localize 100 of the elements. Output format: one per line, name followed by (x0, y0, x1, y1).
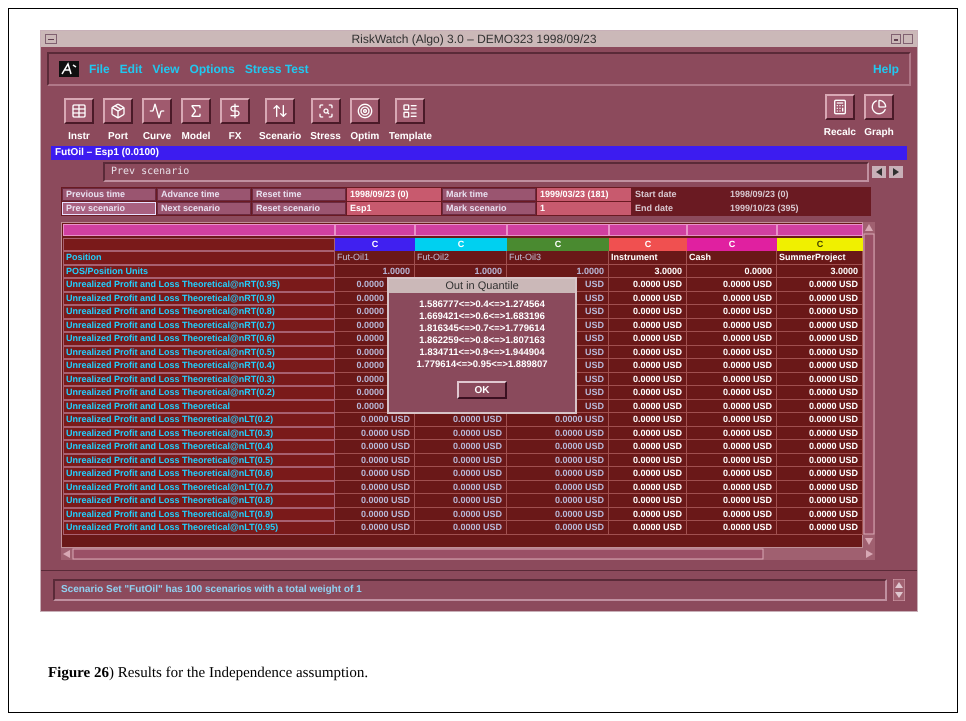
table-cell: 0.0000 USD (609, 278, 687, 292)
scenario-field[interactable]: Prev scenario (103, 162, 869, 182)
wave-icon (149, 103, 165, 119)
table-cell: 0.0000 USD (609, 454, 687, 467)
row-label: Unrealized Profit and Loss Theoretical@nLT(0.7) (63, 480, 335, 494)
toolbar-button[interactable]: Graph (861, 94, 897, 140)
spinner-icon[interactable] (893, 579, 905, 601)
table-cell: 0.0000 USD (415, 454, 507, 467)
table-cell: 0.0000 USD (609, 292, 687, 305)
table-cell: 0.0000 USD (687, 454, 777, 467)
ok-button[interactable]: OK (457, 381, 507, 399)
toolbar-button[interactable]: Recalc (820, 94, 859, 140)
left-arrow-button[interactable] (872, 166, 886, 178)
column-header: Fut-Oil2 (415, 251, 507, 264)
table-cell: 0.0000 USD (609, 318, 687, 332)
value-field: 1998/09/23 (0) (347, 188, 441, 201)
table-cell: 0.0000 USD (609, 467, 687, 480)
table-cell: 0.0000 USD (335, 494, 415, 508)
table-cell: 0.0000 (687, 264, 777, 278)
row-label: Unrealized Profit and Loss Theoretical@nRT(0.7) (63, 318, 335, 332)
dialog-title: Out in Quantile (389, 279, 575, 293)
maximize-icon[interactable] (903, 34, 913, 44)
row-label: Unrealized Profit and Loss Theoretical@nLT(0.8) (63, 494, 335, 508)
control-button[interactable]: Reset time (252, 188, 346, 201)
column-code: C (609, 238, 687, 251)
row-label: Unrealized Profit and Loss Theoretical@nLT(0.95) (63, 521, 335, 534)
toolbar-button[interactable]: Instr (61, 98, 97, 144)
table-cell: 0.0000 USD (609, 372, 687, 386)
control-button[interactable]: Prev scenario (62, 202, 156, 215)
table-cell: 0.0000 USD (687, 346, 777, 359)
row-label: Unrealized Profit and Loss Theoretical@nLT(0.2) (63, 413, 335, 426)
menu-item[interactable]: Edit (120, 60, 142, 78)
table-cell: 0.0000 USD (507, 494, 609, 508)
table-cell: 0.0000 USD (335, 413, 415, 426)
table-cell: 0.0000 USD (609, 521, 687, 534)
row-label: Unrealized Profit and Loss Theoretical@nLT(0.9) (63, 508, 335, 521)
right-arrow-button[interactable] (889, 166, 903, 178)
window-menu-icon[interactable] (45, 34, 57, 44)
control-button[interactable]: Next scenario (157, 202, 251, 215)
toolbar-button[interactable]: Port (100, 98, 136, 144)
toolbar-button[interactable]: Template (386, 98, 435, 144)
table-cell: 0.0000 USD (335, 440, 415, 454)
menu-item[interactable]: Help (872, 60, 899, 78)
table-cell: 0.0000 USD (507, 426, 609, 440)
calculator-icon (832, 99, 848, 115)
vertical-scrollbar[interactable] (863, 222, 875, 548)
table-cell: 0.0000 USD (687, 508, 777, 521)
table-cell: 0.0000 USD (687, 292, 777, 305)
table-icon (71, 103, 87, 119)
menu-item[interactable]: View (152, 60, 180, 78)
horizontal-scrollbar[interactable] (61, 548, 875, 560)
control-button[interactable]: Reset scenario (252, 202, 346, 215)
window-title: RiskWatch (Algo) 3.0 – DEMO323 1998/09/23 (350, 31, 598, 48)
toolbar-button[interactable]: Stress (307, 98, 344, 144)
row-label: POS/Position Units (63, 264, 335, 278)
table-cell: 0.0000 USD (415, 521, 507, 534)
table-cell: 0.0000 USD (335, 467, 415, 480)
row-label: Unrealized Profit and Loss Theoretical@nRT(0.8) (63, 305, 335, 318)
value-field: 1 (537, 202, 631, 215)
table-cell: 0.0000 USD (335, 426, 415, 440)
toolbar-button[interactable]: FX (217, 98, 253, 144)
table-cell: 0.0000 USD (687, 440, 777, 454)
table-cell: 0.0000 USD (687, 359, 777, 372)
row-label: Unrealized Profit and Loss Theoretical (63, 400, 335, 413)
column-header: Cash (687, 251, 777, 264)
table-cell: 0.0000 USD (687, 467, 777, 480)
table-cell: 0.0000 USD (415, 440, 507, 454)
table-cell: 0.0000 USD (335, 508, 415, 521)
table-cell: 0.0000 USD (687, 521, 777, 534)
table-cell: 0.0000 USD (687, 372, 777, 386)
table-cell: 0.0000 USD (609, 359, 687, 372)
minimize-icon[interactable] (891, 34, 901, 44)
table-cell: 0.0000 USD (609, 346, 687, 359)
table-cell: 0.0000 USD (687, 318, 777, 332)
row-label: Unrealized Profit and Loss Theoretical@nRT(0.5) (63, 346, 335, 359)
toolbar-button[interactable]: Model (178, 98, 214, 144)
toolbar-button[interactable]: Optim (346, 98, 383, 144)
toolbar-button[interactable]: Curve (139, 98, 175, 144)
menu-item[interactable]: Options (189, 60, 235, 78)
menu-item[interactable]: Stress Test (244, 60, 309, 78)
control-button[interactable]: Advance time (157, 188, 251, 201)
row-label: Unrealized Profit and Loss Theoretical@nRT(0.6) (63, 332, 335, 346)
control-button[interactable]: Mark scenario (442, 202, 536, 215)
toolbar-button[interactable]: Scenario (256, 98, 304, 144)
table-cell: 0.0000 USD (507, 480, 609, 494)
table-cell: 0.0000 USD (609, 508, 687, 521)
row-label: Unrealized Profit and Loss Theoretical@nRT(0.4) (63, 359, 335, 372)
column-code: C (415, 238, 507, 251)
menu-item[interactable]: File (89, 60, 110, 78)
control-button[interactable]: Mark time (442, 188, 536, 201)
column-code: C (335, 238, 415, 251)
pie-chart-icon (871, 99, 887, 115)
table-cell: 0.0000 USD (507, 413, 609, 426)
control-button[interactable]: Previous time (62, 188, 156, 201)
column-code: C (777, 238, 863, 251)
row-label: Unrealized Profit and Loss Theoretical@nLT(0.3) (63, 426, 335, 440)
row-label: Unrealized Profit and Loss Theoretical@nRT(0.3) (63, 372, 335, 386)
row-label: Unrealized Profit and Loss Theoretical@nLT(0.6) (63, 467, 335, 480)
column-header: Instrument (609, 251, 687, 264)
column-header: Fut-Oil3 (507, 251, 609, 264)
